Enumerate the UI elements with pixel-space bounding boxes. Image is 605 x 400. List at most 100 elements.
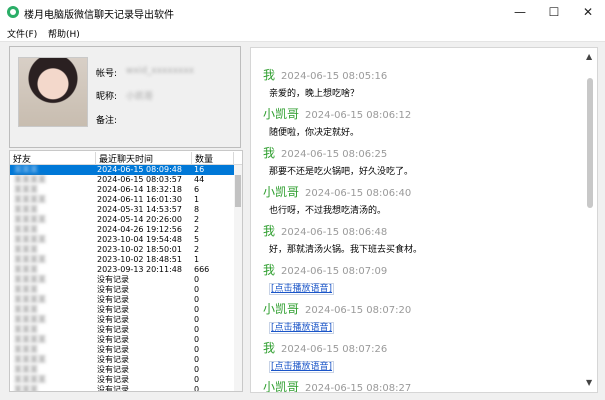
- maximize-button[interactable]: ☐: [537, 0, 571, 24]
- friend-name: 某某某: [14, 305, 38, 314]
- last-chat-time: 没有记录: [97, 305, 129, 314]
- message-count: 0: [194, 325, 200, 334]
- message-body: 随便啦，你决定就好。: [269, 125, 359, 138]
- table-row[interactable]: 某某某某 2023-10-02 18:48:51 1: [10, 255, 234, 265]
- table-row[interactable]: 某某某 没有记录 0: [10, 285, 234, 295]
- last-chat-time: 2023-10-02 18:48:51: [97, 255, 182, 264]
- friends-rows: 某某某 2024-06-15 08:09:48 16 某某某某 2024-06-15 0…: [10, 165, 234, 392]
- message-time: 2024-06-15 08:06:48: [281, 227, 388, 238]
- friend-name: 某某某: [14, 245, 38, 254]
- table-row[interactable]: 某某某 2023-09-13 20:11:48 666: [10, 265, 234, 275]
- message-body: [点击播放语音]: [269, 320, 335, 334]
- message-time: 2024-06-15 08:07:26: [281, 344, 388, 355]
- message-sender: 我: [263, 341, 276, 355]
- column-last-chat-time[interactable]: 最近聊天时间: [96, 152, 192, 165]
- message-time: 2024-06-15 08:07:09: [281, 266, 388, 277]
- friend-name: 某某某某: [14, 275, 46, 284]
- column-count[interactable]: 数量: [192, 152, 234, 165]
- play-voice-link[interactable]: [点击播放语音]: [269, 322, 335, 334]
- table-row[interactable]: 某某某 2024-05-31 14:53:57 8: [10, 205, 234, 215]
- scrollbar-thumb[interactable]: [235, 175, 241, 207]
- table-header: 好友 最近聊天时间 数量: [10, 151, 242, 165]
- message-count: 1: [194, 255, 200, 264]
- table-row[interactable]: 某某某 没有记录 0: [10, 345, 234, 355]
- table-row[interactable]: 某某某 没有记录 0: [10, 385, 234, 392]
- table-row[interactable]: 某某某 没有记录 0: [10, 305, 234, 315]
- message-header: 小凯哥 2024-06-15 08:06:40: [263, 183, 411, 200]
- message-body: 那要不还是吃火锅吧，好久没吃了。: [269, 164, 413, 177]
- account-label: 帐号:: [96, 69, 118, 79]
- message-text: 那要不还是吃火锅吧，好久没吃了。: [269, 167, 414, 177]
- friend-name: 某某某某: [14, 235, 46, 244]
- column-friend[interactable]: 好友: [10, 152, 96, 165]
- table-row[interactable]: 某某某 没有记录 0: [10, 365, 234, 375]
- table-row[interactable]: 某某某 2024-04-26 19:12:56 2: [10, 225, 234, 235]
- message-body: 也行呀，不过我想吃清汤的。: [269, 203, 386, 216]
- table-row[interactable]: 某某某 2024-06-15 08:09:48 16: [10, 165, 234, 175]
- minimize-button[interactable]: —: [503, 0, 537, 24]
- table-row[interactable]: 某某某某 没有记录 0: [10, 275, 234, 285]
- play-voice-link[interactable]: [点击播放语音]: [269, 283, 335, 295]
- friends-table[interactable]: 好友 最近聊天时间 数量 某某某 2024-06-15 08:09:48 16 某某某…: [9, 150, 243, 392]
- table-row[interactable]: 某某某某 2024-06-11 16:01:30 1: [10, 195, 234, 205]
- table-row[interactable]: 某某某 2023-10-02 18:50:01 2: [10, 245, 234, 255]
- message-count: 8: [194, 205, 200, 214]
- scroll-down-arrow[interactable]: ▼: [586, 378, 592, 387]
- message-header: 我 2024-06-15 08:05:16: [263, 66, 387, 83]
- table-row[interactable]: 某某某某 2023-10-04 19:54:48 5: [10, 235, 234, 245]
- account-value: wxid_xxxxxxxx: [126, 66, 195, 76]
- chat-scrollbar[interactable]: ▲ ▼: [585, 48, 595, 392]
- profile-panel: 帐号: wxid_xxxxxxxx 昵称: 小凯哥 备注:: [9, 46, 241, 148]
- last-chat-time: 2024-06-11 16:01:30: [97, 195, 182, 204]
- friend-name: 某某某: [14, 225, 38, 234]
- friends-scrollbar[interactable]: [234, 165, 242, 391]
- scroll-up-arrow[interactable]: ▲: [586, 52, 592, 61]
- table-row[interactable]: 某某某某 没有记录 0: [10, 295, 234, 305]
- last-chat-time: 没有记录: [97, 295, 129, 304]
- message-count: 0: [194, 375, 200, 384]
- message-sender: 小凯哥: [263, 107, 300, 121]
- friend-name: 某某某某: [14, 195, 46, 204]
- message-count: 0: [194, 285, 200, 294]
- last-chat-time: 2024-06-15 08:03:57: [97, 175, 182, 184]
- table-row[interactable]: 某某某某 没有记录 0: [10, 335, 234, 345]
- close-button[interactable]: ✕: [571, 0, 605, 24]
- friend-name: 某某某: [14, 325, 38, 334]
- last-chat-time: 2023-09-13 20:11:48: [97, 265, 182, 274]
- message-header: 我 2024-06-15 08:07:26: [263, 339, 387, 356]
- message-count: 0: [194, 355, 200, 364]
- message-count: 6: [194, 185, 200, 194]
- table-row[interactable]: 某某某某 没有记录 0: [10, 355, 234, 365]
- last-chat-time: 没有记录: [97, 285, 129, 294]
- last-chat-time: 没有记录: [97, 345, 129, 354]
- message-header: 小凯哥 2024-06-15 08:08:27: [263, 378, 411, 393]
- table-row[interactable]: 某某某某 2024-05-14 20:26:00 2: [10, 215, 234, 225]
- last-chat-time: 没有记录: [97, 385, 129, 392]
- message-count: 16: [194, 165, 205, 174]
- table-row[interactable]: 某某某某 没有记录 0: [10, 375, 234, 385]
- table-row[interactable]: 某某某 没有记录 0: [10, 325, 234, 335]
- play-voice-link[interactable]: [点击播放语音]: [269, 361, 335, 373]
- scrollbar-thumb[interactable]: [587, 78, 593, 208]
- message-sender: 小凯哥: [263, 380, 300, 393]
- message-text: 好，那就清汤火锅。我下班去买食材。: [269, 245, 423, 255]
- message-sender: 小凯哥: [263, 185, 300, 199]
- menu-file[interactable]: 文件(F): [7, 27, 37, 40]
- message-time: 2024-06-15 08:06:12: [305, 110, 412, 121]
- last-chat-time: 没有记录: [97, 365, 129, 374]
- message-count: 0: [194, 295, 200, 304]
- table-row[interactable]: 某某某某 没有记录 0: [10, 315, 234, 325]
- last-chat-time: 没有记录: [97, 375, 129, 384]
- table-row[interactable]: 某某某 2024-06-14 18:32:18 6: [10, 185, 234, 195]
- last-chat-time: 2024-06-14 18:32:18: [97, 185, 182, 194]
- menu-help[interactable]: 帮助(H): [48, 27, 80, 40]
- friend-name: 某某某: [14, 185, 38, 194]
- chat-panel: 我 2024-06-15 08:05:16 亲爱的，晚上想吃啥？ 小凯哥 2024-06…: [250, 47, 598, 393]
- friend-name: 某某某某: [14, 335, 46, 344]
- message-count: 0: [194, 335, 200, 344]
- friend-name: 某某某某: [14, 295, 46, 304]
- message-count: 0: [194, 305, 200, 314]
- message-header: 我 2024-06-15 08:06:25: [263, 144, 387, 161]
- nickname-label: 昵称:: [96, 92, 118, 102]
- table-row[interactable]: 某某某某 2024-06-15 08:03:57 44: [10, 175, 234, 185]
